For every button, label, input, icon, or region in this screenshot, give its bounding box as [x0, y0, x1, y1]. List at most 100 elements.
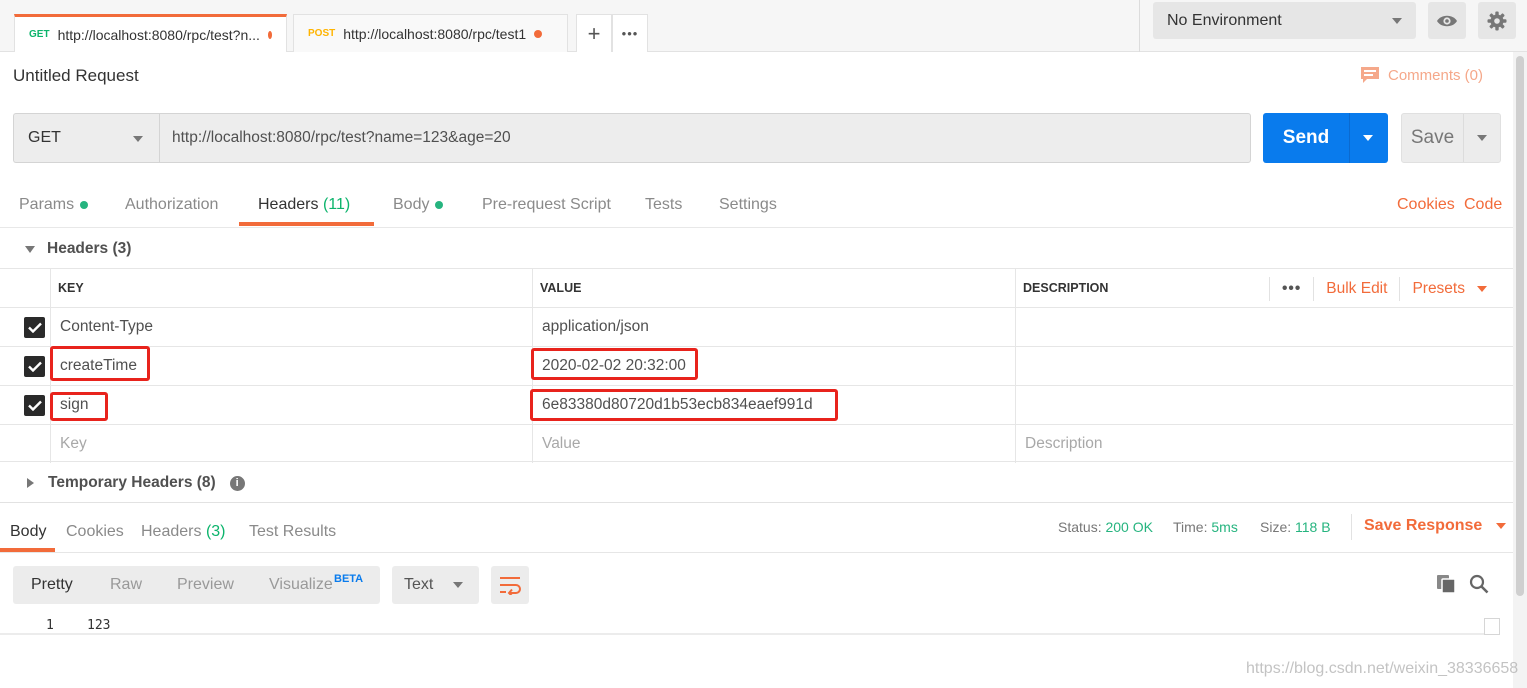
tab-url: http://localhost:8080/rpc/test?n...: [57, 26, 260, 43]
environment-quick-look-button[interactable]: [1428, 2, 1466, 39]
more-icon: •••: [621, 26, 639, 41]
tab-label: Params: [19, 196, 75, 213]
view-preview[interactable]: Preview: [177, 576, 234, 594]
response-tab-headers[interactable]: Headers (3): [141, 523, 226, 541]
view-pretty[interactable]: Pretty: [31, 576, 73, 594]
table-row: createTime 2020-02-02 20:32:00: [0, 346, 1513, 385]
gear-icon: [1487, 11, 1507, 30]
wrap-line-button[interactable]: [491, 566, 529, 604]
chevron-down-icon: [453, 582, 463, 588]
response-editor[interactable]: [0, 617, 1500, 635]
response-size: Size: 118 B: [1260, 519, 1331, 535]
request-tab-get[interactable]: GET http://localhost:8080/rpc/test?n...: [14, 14, 287, 52]
scrollbar-thumb[interactable]: [1516, 56, 1524, 596]
send-label: Send: [1282, 127, 1330, 148]
tab-url: http://localhost:8080/rpc/test1: [343, 25, 527, 42]
environment-label: No Environment: [1167, 11, 1282, 29]
tab-more-button[interactable]: •••: [612, 14, 648, 52]
tab-body[interactable]: Body: [393, 196, 444, 214]
header-key[interactable]: sign: [50, 386, 532, 424]
save-response-button[interactable]: Save Response: [1364, 517, 1507, 535]
table-row-new: Key Value Description: [0, 424, 1513, 463]
header-key[interactable]: Content-Type: [50, 308, 532, 346]
environment-select[interactable]: No Environment: [1153, 2, 1416, 39]
table-actions: ••• Bulk Edit Presets: [1257, 269, 1513, 308]
status-value[interactable]: 200 OK: [1105, 519, 1152, 535]
request-title[interactable]: Untitled Request: [13, 66, 139, 86]
active-tab-indicator: [239, 222, 374, 226]
request-tab-post[interactable]: POST http://localhost:8080/rpc/test1: [293, 14, 568, 52]
bulk-edit-button[interactable]: Bulk Edit: [1326, 280, 1387, 298]
checkbox[interactable]: [24, 356, 45, 377]
caret-right-icon: [27, 478, 34, 488]
time-value[interactable]: 5ms: [1211, 519, 1237, 535]
divider: [1349, 113, 1350, 163]
new-description-input[interactable]: Description: [1015, 425, 1513, 463]
divider: [1351, 514, 1352, 540]
tab-settings[interactable]: Settings: [719, 196, 777, 214]
copy-button[interactable]: [1436, 574, 1456, 598]
comments-button[interactable]: Comments (0): [1360, 66, 1483, 84]
method-select[interactable]: GET: [13, 113, 159, 163]
time-label: Time:: [1173, 519, 1208, 535]
comment-icon: [1361, 67, 1379, 83]
new-value-input[interactable]: Value: [532, 425, 1015, 463]
editor-scrollbar[interactable]: [1484, 618, 1500, 635]
view-raw[interactable]: Raw: [110, 576, 142, 594]
presets-button[interactable]: Presets: [1412, 280, 1465, 298]
tab-headers[interactable]: Headers (11): [258, 196, 350, 214]
header-description[interactable]: [1015, 308, 1513, 346]
chevron-down-icon[interactable]: [1363, 135, 1373, 141]
save-button[interactable]: Save: [1401, 113, 1501, 163]
wrap-icon: [500, 577, 521, 595]
response-tab-body[interactable]: Body: [10, 523, 46, 541]
settings-button[interactable]: [1478, 2, 1516, 39]
chevron-down-icon: [1392, 18, 1402, 24]
eye-icon: [1437, 15, 1457, 26]
size-value[interactable]: 118 B: [1295, 519, 1331, 535]
code-link[interactable]: Code: [1464, 196, 1502, 214]
send-button[interactable]: Send: [1263, 113, 1388, 163]
table-row: Content-Type application/json: [0, 307, 1513, 346]
request-tabs: Params Authorization Headers (11) Body P…: [0, 186, 1513, 228]
headers-section-toggle[interactable]: Headers (3): [25, 240, 131, 258]
unsaved-dot-icon: [534, 29, 543, 38]
tab-prerequest-script[interactable]: Pre-request Script: [482, 196, 611, 214]
watermark: https://blog.csdn.net/weixin_38336658: [1246, 660, 1519, 677]
cookies-link[interactable]: Cookies: [1397, 196, 1455, 214]
header-description[interactable]: [1015, 386, 1513, 424]
more-options-icon[interactable]: •••: [1282, 280, 1301, 298]
column-value: VALUE: [532, 269, 1015, 307]
view-visualize[interactable]: Visualize: [269, 576, 333, 594]
url-input[interactable]: http://localhost:8080/rpc/test?name=123&…: [159, 113, 1251, 163]
tab-label: Headers: [258, 196, 319, 213]
headers-section-title: Headers (3): [47, 240, 132, 257]
checkmark-icon: [27, 361, 42, 372]
beta-badge: BETA: [334, 573, 364, 585]
divider: [1139, 0, 1140, 52]
format-select[interactable]: Text: [392, 566, 479, 604]
header-value[interactable]: application/json: [532, 308, 1015, 346]
tab-count: (11): [322, 196, 351, 213]
checkbox[interactable]: [24, 395, 45, 416]
checkbox[interactable]: [24, 317, 45, 338]
header-description[interactable]: [1015, 347, 1513, 385]
search-button[interactable]: [1469, 574, 1489, 598]
chevron-down-icon[interactable]: [1477, 285, 1487, 292]
response-tab-cookies[interactable]: Cookies: [66, 523, 124, 541]
chevron-down-icon[interactable]: [1477, 135, 1487, 141]
new-key-input[interactable]: Key: [50, 425, 532, 463]
info-icon[interactable]: i: [229, 475, 245, 491]
tab-bar: GET http://localhost:8080/rpc/test?n... …: [0, 0, 1527, 52]
tab-authorization[interactable]: Authorization: [125, 196, 218, 214]
tab-params[interactable]: Params: [19, 196, 89, 214]
new-tab-button[interactable]: +: [576, 14, 612, 52]
response-body-text[interactable]: 123: [87, 618, 110, 633]
temporary-headers-toggle[interactable]: Temporary Headers (8) i: [27, 474, 245, 492]
tab-tests[interactable]: Tests: [645, 196, 682, 214]
tab-label: Headers: [141, 523, 202, 540]
url-value: http://localhost:8080/rpc/test?name=123&…: [172, 129, 511, 146]
response-tab-test-results[interactable]: Test Results: [249, 523, 336, 541]
response-time: Time: 5ms: [1173, 519, 1238, 535]
copy-icon: [1437, 575, 1456, 594]
